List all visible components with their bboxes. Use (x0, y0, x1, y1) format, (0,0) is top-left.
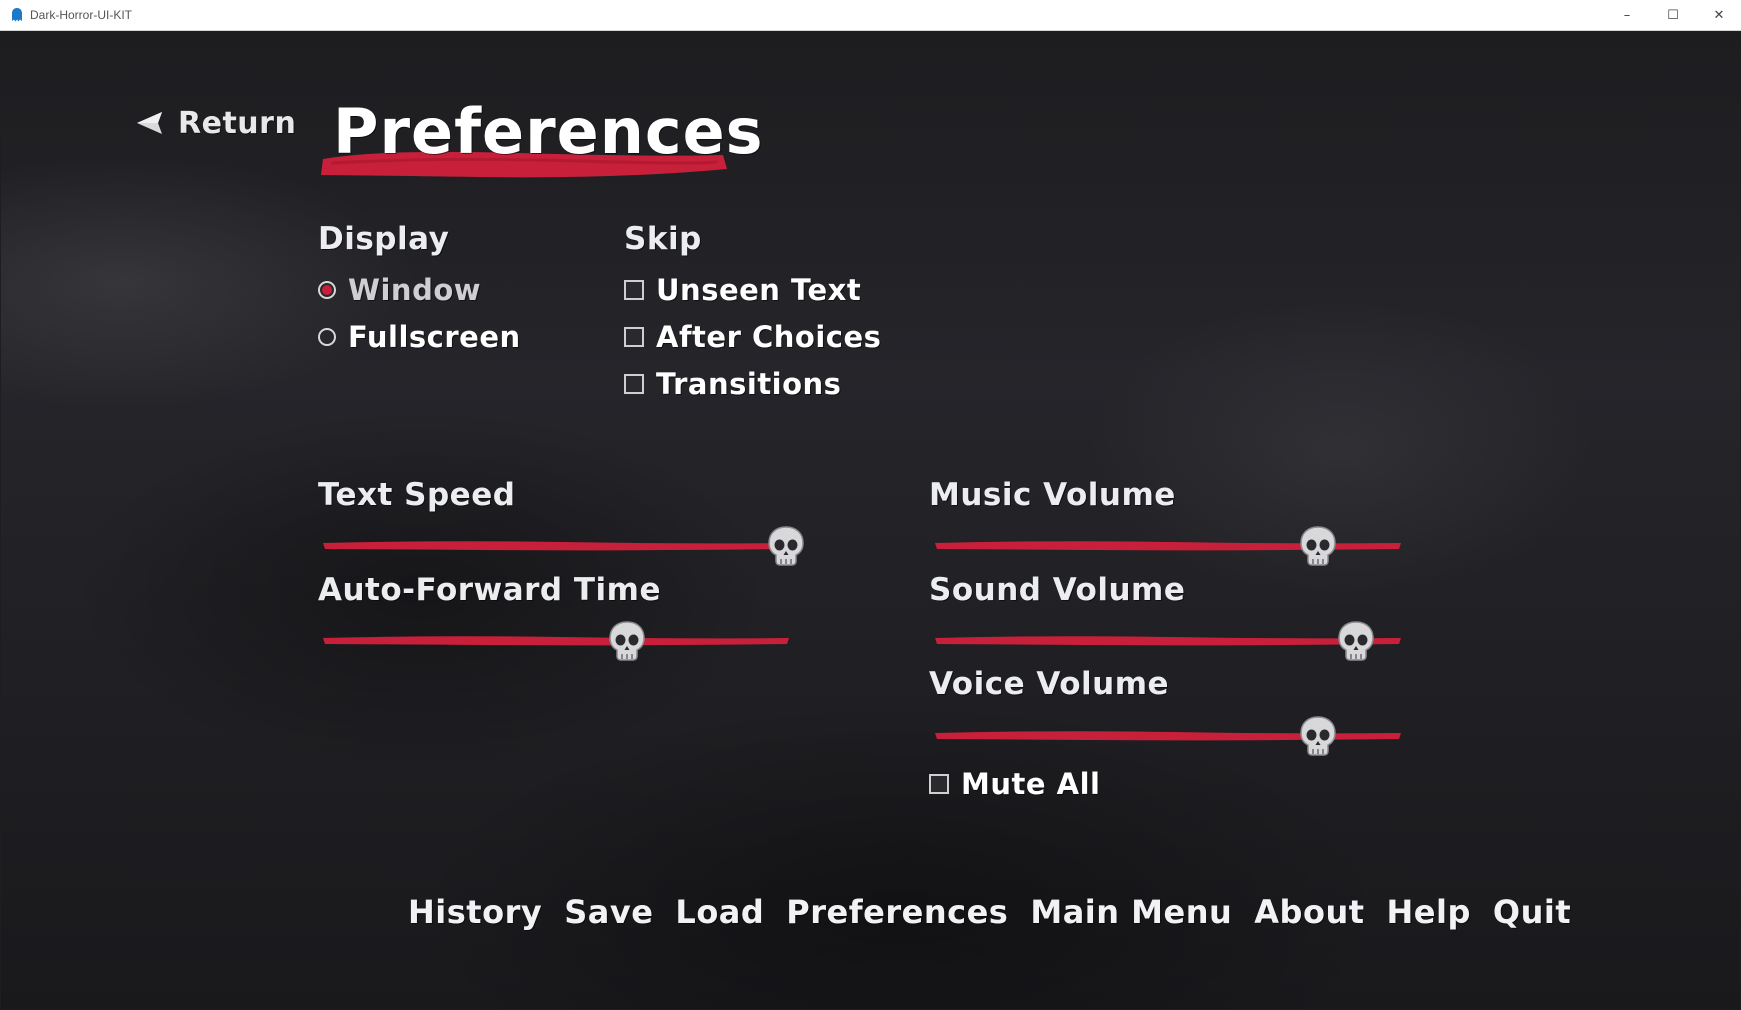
skull-icon[interactable] (1298, 714, 1338, 758)
voice-volume-slider[interactable] (933, 714, 1403, 758)
nav-save[interactable]: Save (564, 893, 653, 931)
minimize-button[interactable]: – (1604, 0, 1650, 30)
skip-option-transitions[interactable]: Transitions (624, 366, 841, 402)
maximize-button[interactable]: ☐ (1650, 0, 1696, 30)
nav-about[interactable]: About (1254, 893, 1364, 931)
return-label: Return (178, 105, 297, 141)
skull-icon[interactable] (1298, 524, 1338, 568)
sound-volume-slider[interactable] (933, 619, 1403, 663)
music-volume-slider[interactable] (933, 524, 1403, 568)
slider-track (935, 636, 1401, 646)
nav-quit[interactable]: Quit (1493, 893, 1571, 931)
skip-option-after-choices[interactable]: After Choices (624, 319, 881, 355)
slider-track (323, 541, 789, 551)
page-title-block: Preferences (319, 83, 763, 193)
skip-option-label: After Choices (656, 320, 882, 354)
return-button[interactable]: Return (134, 103, 296, 143)
checkbox-icon (624, 280, 644, 300)
display-option-label: Fullscreen (348, 320, 521, 354)
skip-heading: Skip (624, 221, 702, 257)
voice-volume-label: Voice Volume (929, 666, 1170, 702)
skip-option-label: Unseen Text (656, 273, 862, 307)
skull-icon[interactable] (1336, 619, 1376, 663)
window-titlebar: Dark-Horror-UI-KIT – ☐ ✕ (0, 0, 1741, 31)
display-heading: Display (318, 221, 450, 257)
display-option-fullscreen[interactable]: Fullscreen (318, 319, 521, 355)
nav-load[interactable]: Load (675, 893, 764, 931)
skull-icon[interactable] (607, 619, 647, 663)
window-title: Dark-Horror-UI-KIT (30, 8, 132, 22)
radio-unselected-icon (318, 328, 336, 346)
auto-forward-slider[interactable] (321, 619, 791, 663)
text-speed-label: Text Speed (318, 477, 516, 513)
nav-history[interactable]: History (408, 893, 542, 931)
skull-icon[interactable] (766, 524, 806, 568)
skip-option-label: Transitions (656, 367, 842, 401)
skip-option-unseen-text[interactable]: Unseen Text (624, 272, 861, 308)
mute-all-checkbox[interactable]: Mute All (929, 766, 1100, 802)
checkbox-icon (624, 327, 644, 347)
ghost-icon (12, 8, 22, 22)
slider-track (323, 636, 789, 646)
game-screen: Return Preferences Display Window Fullsc… (1, 31, 1740, 1009)
bottom-nav: History Save Load Preferences Main Menu … (408, 893, 1571, 931)
mute-all-label: Mute All (961, 767, 1101, 801)
nav-main-menu[interactable]: Main Menu (1030, 893, 1232, 931)
display-option-label: Window (348, 273, 482, 307)
back-triangle-icon (137, 112, 162, 134)
checkbox-icon (929, 774, 949, 794)
sound-volume-label: Sound Volume (929, 572, 1186, 608)
radio-selected-icon (318, 281, 336, 299)
auto-forward-label: Auto-Forward Time (318, 572, 661, 608)
nav-help[interactable]: Help (1387, 893, 1471, 931)
close-button[interactable]: ✕ (1696, 0, 1741, 30)
text-speed-slider[interactable] (321, 524, 805, 568)
checkbox-icon (624, 374, 644, 394)
music-volume-label: Music Volume (929, 477, 1176, 513)
display-option-window[interactable]: Window (318, 272, 481, 308)
page-title: Preferences (333, 95, 764, 168)
nav-preferences[interactable]: Preferences (786, 893, 1008, 931)
